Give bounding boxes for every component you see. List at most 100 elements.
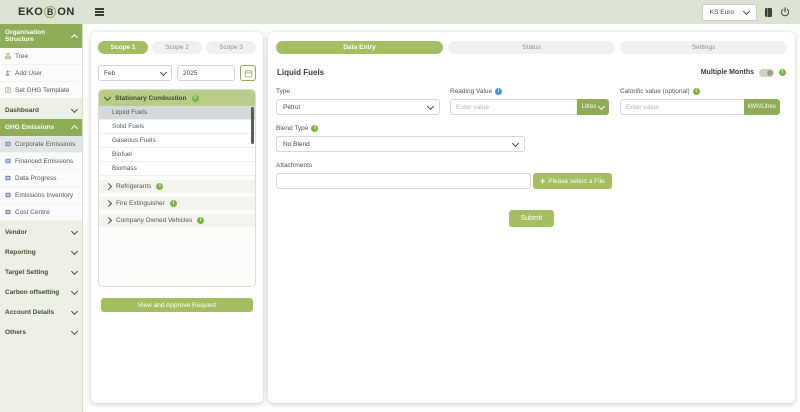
sidebar-item-tree[interactable]: Tree [0, 48, 82, 65]
add-user-icon [5, 70, 11, 76]
scrollbar-thumb[interactable] [251, 107, 254, 144]
currency-selector[interactable]: KS Euro [702, 4, 757, 21]
sidebar-section-reporting[interactable]: Reporting [0, 244, 82, 261]
list-icon [5, 158, 11, 164]
type-select[interactable]: Petrol [276, 99, 440, 115]
section-label: Organisation Structure [5, 29, 72, 43]
tab-status[interactable]: Status [448, 41, 615, 54]
list-item-solid-fuels[interactable]: Solid Fuels [99, 120, 255, 134]
sidebar-section-target-setting[interactable]: Target Setting [0, 264, 82, 281]
chevron-down-icon [104, 93, 111, 100]
info-icon[interactable]: i [192, 95, 199, 102]
reading-value-input[interactable] [450, 99, 577, 115]
data-entry-panel: Data Entry Status Settings Liquid Fuels … [268, 32, 795, 403]
section-label: Vendor [5, 229, 27, 236]
month-select[interactable]: Feb [98, 65, 172, 81]
tab-scope-3[interactable]: Scope 3 [206, 41, 256, 54]
sidebar-section-vendor[interactable]: Vendor [0, 224, 82, 241]
accordion-header-fire-extinguisher[interactable]: Fire Extinguisher i [99, 197, 255, 210]
section-label: Account Details [5, 309, 54, 316]
field-label: Calorific value (optional) [620, 88, 690, 95]
sidebar-section-organisation-structure[interactable]: Organisation Structure [0, 24, 82, 48]
tab-settings[interactable]: Settings [620, 41, 787, 54]
top-bar: EKOBON KS Euro [0, 0, 800, 24]
view-approve-request-button[interactable]: View and Approve Request [101, 298, 253, 312]
chevron-up-icon [71, 33, 78, 40]
unit-label-kwh-litres: kWh/Litres [744, 99, 780, 115]
sidebar-item-label: Tree [15, 53, 28, 60]
list-icon [5, 192, 11, 198]
sidebar-item-add-user[interactable]: Add User [0, 65, 82, 82]
sidebar-item-corporate-emissions[interactable]: Corporate Emissions [0, 136, 82, 153]
section-title-row: Liquid Fuels Multiple Months i [277, 68, 786, 77]
chevron-right-icon [105, 217, 112, 224]
attachments-label: Attachments [276, 162, 787, 169]
tab-scope-2[interactable]: Scope 2 [152, 41, 202, 54]
fuel-list: Liquid Fuels Solid Fuels Gaseous Fuels B… [99, 106, 255, 176]
sidebar-item-label: Financed Emissions [15, 158, 73, 165]
tab-scope-1[interactable]: Scope 1 [98, 41, 148, 54]
sidebar-item-set-ghg-template[interactable]: Set GHG Template [0, 82, 82, 99]
year-input[interactable] [177, 65, 235, 81]
attachments-input[interactable] [276, 173, 531, 189]
calorific-label-row: Calorific value (optional) i [620, 88, 780, 95]
sidebar-item-label: Add User [15, 70, 42, 77]
sidebar-item-data-progress[interactable]: Data Progress [0, 170, 82, 187]
list-item-liquid-fuels[interactable]: Liquid Fuels [99, 106, 255, 120]
scope-panel: Scope 1 Scope 2 Scope 3 Feb Stationary C… [91, 32, 263, 403]
sidebar: Organisation Structure Tree Add User Set… [0, 24, 83, 412]
info-icon[interactable]: i [170, 200, 177, 207]
logo-text-prefix: EKO [18, 6, 43, 18]
info-icon[interactable]: i [197, 217, 204, 224]
accordion-header-label: Fire Extinguisher [116, 200, 165, 207]
blend-type-block: Blend Type i No Blend [276, 125, 787, 152]
organisation-structure-submenu: Tree Add User Set GHG Template [0, 48, 82, 99]
period-selector-row: Feb [98, 65, 256, 81]
select-file-button[interactable]: + Please select a File [533, 173, 612, 189]
chevron-down-icon [427, 102, 434, 109]
chevron-down-icon [71, 268, 78, 275]
tab-data-entry[interactable]: Data Entry [276, 41, 443, 54]
section-label: Dashboard [5, 107, 39, 114]
calendar-button[interactable] [240, 65, 256, 81]
multiple-months-toggle[interactable] [759, 69, 774, 77]
menu-icon[interactable] [93, 6, 106, 18]
info-icon[interactable]: i [311, 125, 318, 132]
accordion-header-company-owned-vehicles[interactable]: Company Owned Vehicles i [99, 214, 255, 227]
sidebar-section-ghg-emissions[interactable]: GHG Emissions [0, 119, 82, 136]
list-item-gaseous-fuels[interactable]: Gaseous Fuels [99, 134, 255, 148]
chevron-right-icon [105, 200, 112, 207]
info-icon[interactable]: i [779, 69, 786, 76]
topbar-actions: KS Euro [702, 4, 790, 21]
logo-text-suffix: ON [57, 6, 75, 18]
chevron-up-icon [71, 125, 78, 132]
unit-select-litres[interactable]: Litres [577, 99, 609, 115]
info-icon[interactable]: i [495, 88, 502, 95]
notebook-icon[interactable] [765, 8, 772, 17]
calorific-value-input[interactable] [620, 99, 744, 115]
info-icon[interactable]: i [693, 88, 700, 95]
section-label: Reporting [5, 249, 36, 256]
power-icon[interactable] [780, 7, 790, 17]
sidebar-section-carbon-offsetting[interactable]: Carbon offsetting [0, 284, 82, 301]
sidebar-item-emissions-inventory[interactable]: Emissions Inventory [0, 187, 82, 204]
list-item-biomass[interactable]: Biomass [99, 162, 255, 176]
submit-button[interactable]: Submit [509, 210, 555, 227]
sidebar-item-financed-emissions[interactable]: Financed Emissions [0, 153, 82, 170]
field-label: Blend Type [276, 125, 308, 132]
sidebar-item-label: Set GHG Template [15, 87, 69, 94]
blend-type-select[interactable]: No Blend [276, 136, 525, 152]
data-entry-tabs: Data Entry Status Settings [276, 41, 787, 54]
sidebar-item-cost-centre[interactable]: Cost Centre [0, 204, 82, 221]
list-item-biofuel[interactable]: Biofuel [99, 148, 255, 162]
info-icon[interactable]: i [156, 183, 163, 190]
accordion-header-refrigerants[interactable]: Refrigerants i [99, 180, 255, 193]
sidebar-item-label: Corporate Emissions [15, 141, 75, 148]
section-label: Target Setting [5, 269, 48, 276]
sidebar-section-others[interactable]: Others [0, 324, 82, 341]
month-value: Feb [104, 70, 115, 77]
section-label: Carbon offsetting [5, 289, 59, 296]
sidebar-section-dashboard[interactable]: Dashboard [0, 102, 82, 119]
sidebar-section-account-details[interactable]: Account Details [0, 304, 82, 321]
accordion-header-stationary-combustion[interactable]: Stationary Combustion i [99, 90, 255, 106]
